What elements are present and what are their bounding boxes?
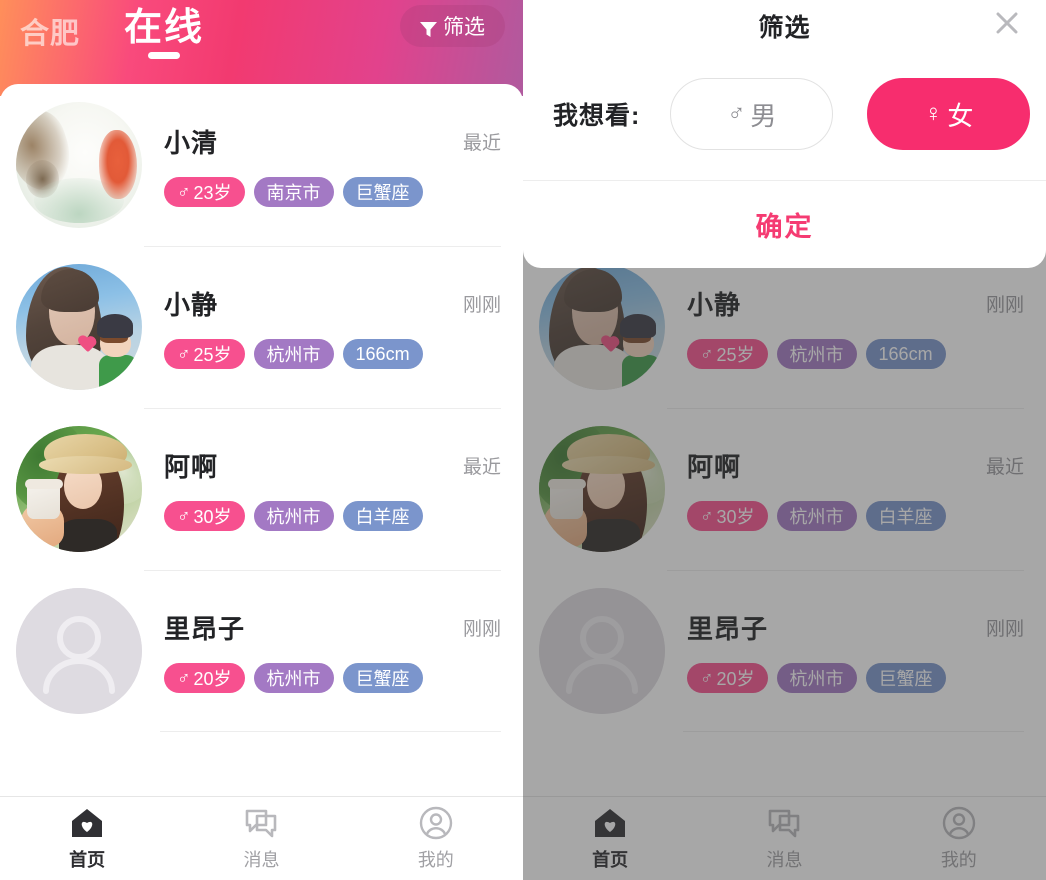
avatar[interactable] [16,588,142,714]
tag-group: ♂ 30岁 杭州市 白羊座 [164,501,501,531]
tag-extra: 白羊座 [342,501,423,531]
user-name: 阿啊 [164,452,219,482]
user-name: 小静 [164,290,219,320]
avatar[interactable] [16,102,142,228]
user-name: 里昂子 [164,614,246,644]
list-item[interactable]: 里昂子 刚刚 ♂ 20岁 杭州市 巨蟹座 [0,570,523,732]
tag-group: ♂ 20岁 杭州市 巨蟹座 [164,663,501,693]
city-label[interactable]: 合肥 [20,10,80,52]
close-icon[interactable] [990,6,1024,40]
list-item[interactable]: 小清 最近 ♂23岁 南京市 巨蟹座 [0,84,523,246]
person-circle-icon [419,806,453,840]
tag-city: 南京市 [253,177,334,207]
person-placeholder-icon [16,588,142,714]
male-symbol-icon: ♂ [177,506,191,526]
tag-age: ♂ 20岁 [164,663,245,693]
active-time: 最近 [462,133,501,154]
confirm-button[interactable]: 确定 [756,205,814,244]
tag-group: ♂ 25岁 杭州市 166cm [164,339,501,369]
avatar[interactable] [16,264,142,390]
gender-option-female-label: 女 [947,100,974,131]
screenshot-root: 合肥 在线 筛选 小清 最近 ♂ 23岁 南京市 巨蟹座 小静 刚刚 ♂ 25岁… [0,0,1046,880]
tag-age-label: 25岁 [193,345,232,365]
tab-home-label: 首页 [69,849,106,870]
gender-option-male-label: 男 [750,100,777,131]
app-header: 合肥 在线 筛选 [0,0,523,96]
male-symbol-icon: ♂ [177,344,191,364]
funnel-icon [420,19,437,37]
bottom-tabbar: 首页 消息 我的 [0,796,523,880]
tag-group: ♂23岁 南京市 巨蟹座 [164,177,501,207]
list-item[interactable]: 小静 刚刚 ♂ 25岁 杭州市 166cm [0,246,523,408]
filter-modal-body: 我想看: ♂ 男 ♀ 女 [523,56,1046,180]
tag-extra: 巨蟹座 [342,177,423,207]
tag-age: ♂ 30岁 [164,501,245,531]
tag-age-label: 23岁 [193,183,232,203]
right-screen-filter-open: 小清 最近 ♂23岁 南京市 巨蟹座 [523,0,1046,880]
user-name: 小清 [164,128,219,158]
tag-extra: 巨蟹座 [342,663,423,693]
content-sheet: 小清 最近 ♂ 23岁 南京市 巨蟹座 小静 刚刚 ♂ 25岁 杭州市 166c… [0,84,523,880]
tag-extra: 166cm [342,339,423,369]
tag-age: ♂23岁 [164,177,245,207]
list-divider [160,731,501,732]
tab-messages-label: 消息 [243,849,280,870]
tab-profile-label: 我的 [417,849,454,870]
page-title: 在线 [124,0,204,59]
filter-button-label: 筛选 [443,16,485,39]
male-symbol-icon: ♂ [727,100,746,127]
active-time: 刚刚 [462,295,501,316]
chat-bubbles-icon [244,806,278,840]
tag-city: 杭州市 [253,339,334,369]
active-time: 刚刚 [462,619,501,640]
filter-button[interactable]: 筛选 [400,5,505,47]
tag-age-label: 30岁 [193,507,232,527]
tag-age: ♂ 25岁 [164,339,245,369]
tag-age-label: 20岁 [193,669,232,689]
avatar[interactable] [16,426,142,552]
male-symbol-icon: ♂ [177,668,191,688]
tab-home[interactable]: 首页 [0,806,174,872]
filter-modal-footer: 确定 [523,180,1046,268]
male-symbol-icon: ♂ [177,182,191,202]
active-time: 最近 [462,457,501,478]
tab-messages[interactable]: 消息 [174,806,348,872]
tab-profile[interactable]: 我的 [349,806,523,872]
filter-modal: 筛选 我想看: ♂ 男 ♀ 女 确定 [523,0,1046,268]
female-symbol-icon: ♀ [924,100,943,127]
left-screen: 合肥 在线 筛选 小清 最近 ♂ 23岁 南京市 巨蟹座 小静 刚刚 ♂ 25岁… [0,0,523,880]
want-to-see-label: 我想看: [553,102,641,130]
tag-city: 杭州市 [253,501,334,531]
gender-option-female[interactable]: ♀ 女 [867,78,1031,150]
user-list: 小清 最近 ♂ 23岁 南京市 巨蟹座 小静 刚刚 ♂ 25岁 杭州市 166c… [0,84,523,732]
list-item[interactable]: 阿啊 最近 ♂ 30岁 杭州市 白羊座 [0,408,523,570]
filter-modal-header: 筛选 [523,0,1046,56]
filter-modal-title: 筛选 [758,14,811,42]
gender-option-male[interactable]: ♂ 男 [670,78,834,150]
gender-option-group: ♂ 男 ♀ 女 [670,78,1031,150]
home-heart-icon [70,806,104,840]
page-title-text: 在线 [124,7,205,49]
tag-city: 杭州市 [253,663,334,693]
